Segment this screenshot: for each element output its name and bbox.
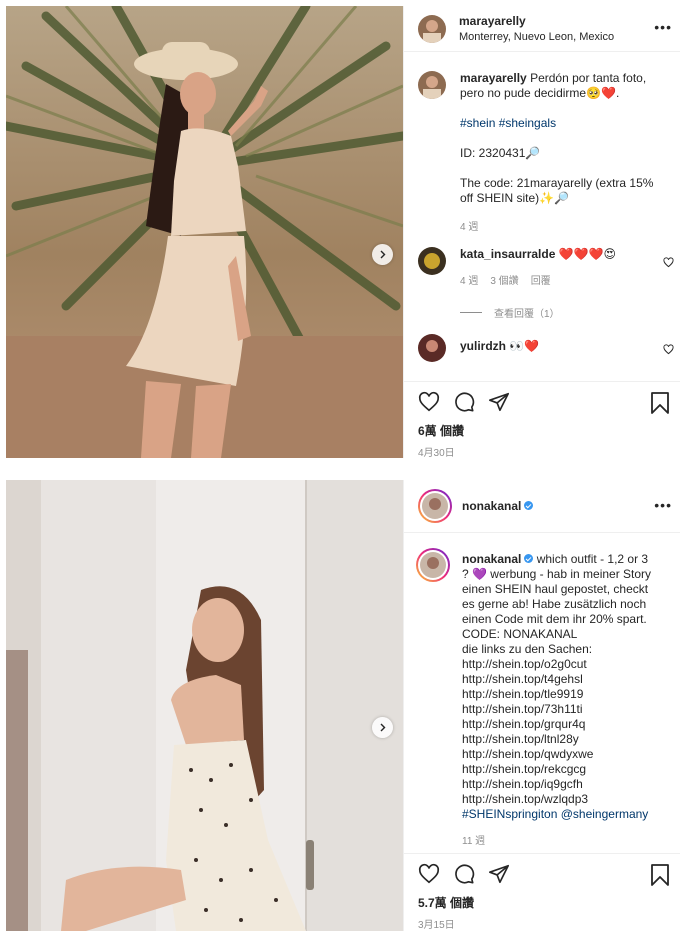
chevron-right-icon bbox=[380, 723, 386, 732]
post-photo-image bbox=[6, 480, 403, 931]
location-link[interactable]: Monterrey, Nuevo Leon, Mexico bbox=[459, 31, 614, 43]
comment-time: 4 週 bbox=[460, 276, 479, 287]
avatar[interactable] bbox=[418, 14, 446, 43]
comment-text: ❤️❤️❤️😍 bbox=[558, 247, 617, 261]
action-bar: 6萬 個讚 4月30日 bbox=[404, 381, 680, 459]
username-link[interactable]: marayarelly bbox=[459, 14, 614, 28]
comment-text: 👀❤️ bbox=[509, 339, 540, 353]
next-photo-button[interactable] bbox=[372, 717, 393, 738]
next-photo-button[interactable] bbox=[372, 244, 393, 265]
verified-badge-icon bbox=[524, 501, 534, 511]
post-date[interactable]: 4月30日 bbox=[418, 444, 680, 459]
caption-username[interactable]: nonakanal bbox=[462, 552, 521, 566]
avatar[interactable] bbox=[416, 548, 450, 582]
more-options-button[interactable]: ••• bbox=[654, 20, 672, 34]
avatar[interactable] bbox=[418, 247, 446, 275]
heart-icon bbox=[663, 257, 674, 268]
more-options-button[interactable]: ••• bbox=[654, 498, 672, 512]
heart-icon bbox=[663, 344, 674, 355]
avatar[interactable] bbox=[418, 71, 446, 99]
post-photo[interactable] bbox=[6, 480, 403, 931]
caption-username[interactable]: marayarelly bbox=[460, 71, 527, 85]
avatar[interactable] bbox=[418, 489, 452, 523]
more-icon: ••• bbox=[654, 497, 672, 513]
comment-like-button[interactable] bbox=[663, 344, 674, 358]
post-side-panel: marayarelly Monterrey, Nuevo Leon, Mexic… bbox=[403, 6, 680, 459]
post-header: marayarelly Monterrey, Nuevo Leon, Mexic… bbox=[404, 6, 680, 52]
caption-link[interactable]: http://shein.top/grqur4q bbox=[462, 717, 656, 732]
likes-count[interactable]: 5.7萬 個讚 bbox=[418, 894, 680, 911]
caption-code: The code: 21marayarelly (extra 15% off S… bbox=[460, 176, 654, 205]
caption-link[interactable]: http://shein.top/iq9gcfh bbox=[462, 777, 656, 792]
comment-icon[interactable] bbox=[453, 391, 475, 413]
post-side-panel: nonakanal ••• nonakanal which outfit - 1… bbox=[403, 480, 680, 931]
caption-mention[interactable]: @sheingermany bbox=[561, 807, 649, 821]
caption-hashtag[interactable]: #SHEINspringiton bbox=[462, 807, 557, 821]
comment-likes[interactable]: 3 個讚 bbox=[490, 272, 518, 287]
view-replies-label: 查看回覆（1） bbox=[494, 309, 560, 320]
caption-time: 4 週 bbox=[460, 222, 479, 233]
caption-link[interactable]: http://shein.top/o2g0cut bbox=[462, 657, 656, 672]
post-card-2: nonakanal ••• nonakanal which outfit - 1… bbox=[6, 480, 680, 931]
caption-text-body: werbung - hab in meiner Story einen SHEI… bbox=[462, 567, 652, 641]
avatar[interactable] bbox=[418, 334, 446, 362]
bookmark-icon[interactable] bbox=[650, 864, 670, 886]
heart-icon[interactable] bbox=[418, 863, 440, 885]
caption-hashtags[interactable]: #shein #sheingals bbox=[460, 116, 656, 131]
caption-link[interactable]: http://shein.top/t4gehsl bbox=[462, 672, 656, 687]
comment-icon[interactable] bbox=[453, 863, 475, 885]
divider bbox=[460, 312, 482, 313]
chevron-right-icon bbox=[380, 250, 386, 259]
verified-badge-icon bbox=[524, 554, 534, 564]
view-replies[interactable]: 查看回覆（1） bbox=[460, 305, 656, 320]
caption: nonakanal which outfit - 1,2 or 3 ? 💜 we… bbox=[404, 548, 680, 847]
comment-row: kata_insaurralde ❤️❤️❤️😍 4 週 3 個讚 回覆 查看回… bbox=[404, 247, 680, 320]
post-card-1: marayarelly Monterrey, Nuevo Leon, Mexic… bbox=[6, 6, 680, 459]
caption: marayarelly Perdón por tanta foto, pero … bbox=[404, 71, 680, 233]
comment-username[interactable]: kata_insaurralde bbox=[460, 247, 555, 261]
comment-username[interactable]: yulirdzh bbox=[460, 339, 506, 353]
action-bar: 5.7萬 個讚 3月15日 bbox=[404, 853, 680, 931]
caption-link[interactable]: http://shein.top/wzlqdp3 bbox=[462, 792, 656, 807]
caption-link[interactable]: http://shein.top/qwdyxwe bbox=[462, 747, 656, 762]
comment-row: yulirdzh 👀❤️ bbox=[404, 334, 680, 362]
reply-button[interactable]: 回覆 bbox=[531, 272, 551, 287]
post-photo-image bbox=[6, 6, 403, 458]
username-link[interactable]: nonakanal bbox=[462, 499, 521, 513]
likes-count[interactable]: 6萬 個讚 bbox=[418, 422, 680, 439]
caption-link[interactable]: http://shein.top/ltnl28y bbox=[462, 732, 656, 747]
caption-link[interactable]: http://shein.top/73h11ti bbox=[462, 702, 656, 717]
caption-time: 11 週 bbox=[462, 836, 486, 847]
caption-links-intro: die links zu den Sachen: bbox=[462, 642, 593, 656]
share-icon[interactable] bbox=[488, 863, 510, 885]
share-icon[interactable] bbox=[488, 391, 510, 413]
more-icon: ••• bbox=[654, 19, 672, 35]
heart-icon[interactable] bbox=[418, 391, 440, 413]
post-photo[interactable] bbox=[6, 6, 403, 458]
post-header: nonakanal ••• bbox=[404, 480, 680, 533]
caption-link[interactable]: http://shein.top/rekcgcg bbox=[462, 762, 656, 777]
post-date[interactable]: 3月15日 bbox=[418, 916, 680, 931]
caption-id: ID: 2320431🔎 bbox=[460, 146, 541, 160]
comment-like-button[interactable] bbox=[663, 257, 674, 271]
caption-link[interactable]: http://shein.top/tle9919 bbox=[462, 687, 656, 702]
bookmark-icon[interactable] bbox=[650, 392, 670, 414]
